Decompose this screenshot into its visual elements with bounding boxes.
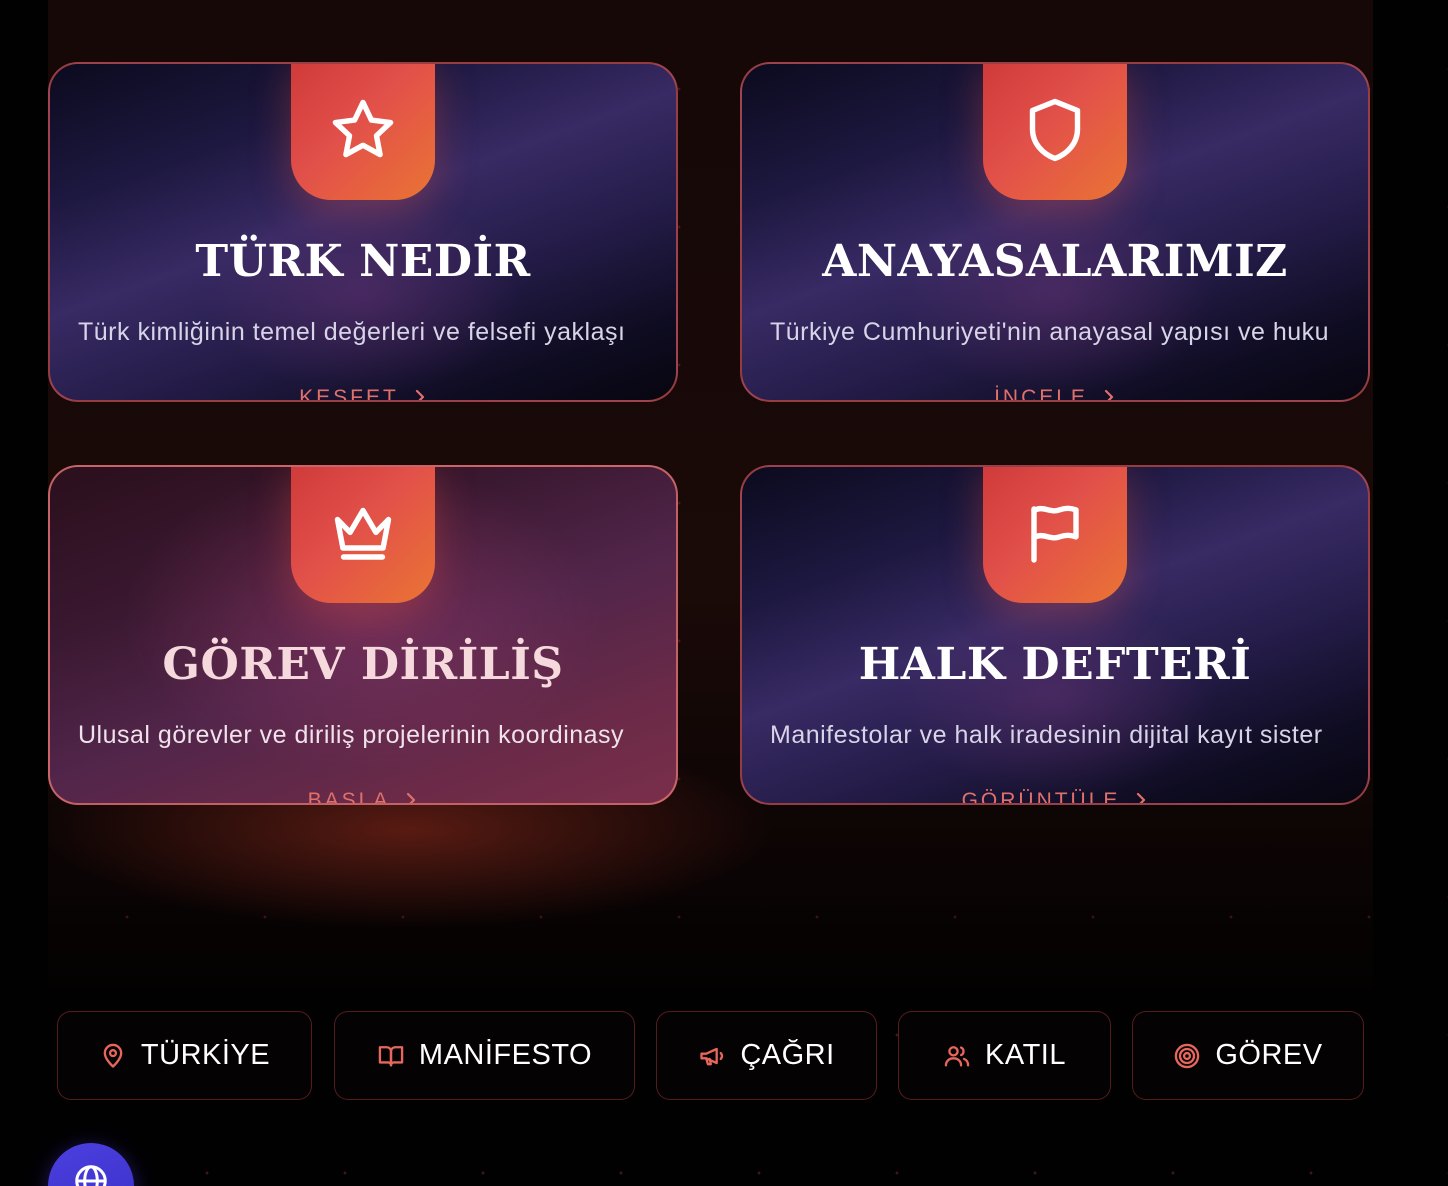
nav-button-gorev[interactable]: GÖREV: [1132, 1011, 1364, 1100]
nav-label: KATIL: [985, 1039, 1066, 1071]
chevron-right-icon: [1134, 790, 1148, 803]
card-title: TÜRK NEDİR: [195, 236, 531, 287]
flag-icon: [1031, 505, 1079, 563]
crown-icon: [334, 507, 392, 560]
card-description: Manifestolar ve halk iradesinin dijital …: [770, 721, 1323, 749]
chevron-right-icon: [404, 790, 418, 803]
page: TÜRK NEDİR Türk kimliğinin temel değerle…: [0, 0, 1448, 1186]
card-icon-tile: [983, 467, 1127, 603]
card-halk-defteri[interactable]: HALK DEFTERİ Manifestolar ve halk irades…: [740, 465, 1370, 805]
nav-button-turkiye[interactable]: TÜRKİYE: [57, 1011, 312, 1100]
card-gorev-dirilis[interactable]: GÖREV DİRİLİŞ Ulusal görevler ve diriliş…: [48, 465, 678, 805]
nav-button-cagri[interactable]: ÇAĞRI: [656, 1011, 877, 1100]
card-action-link[interactable]: BAŞLA: [50, 789, 676, 805]
target-icon: [1175, 1043, 1200, 1068]
card-anayasalarimiz[interactable]: ANAYASALARIMIZ Türkiye Cumhuriyeti'nin a…: [740, 62, 1370, 402]
users-icon: [944, 1045, 970, 1066]
nav-label: GÖREV: [1215, 1039, 1323, 1071]
card-icon-tile: [291, 64, 435, 200]
chevron-right-icon: [1102, 387, 1116, 400]
card-description: Ulusal görevler ve diriliş projelerinin …: [78, 721, 625, 749]
card-title: HALK DEFTERİ: [858, 639, 1252, 690]
megaphone-icon: [700, 1047, 724, 1065]
card-action-label: BAŞLA: [307, 789, 391, 805]
nav-label: ÇAĞRI: [740, 1039, 835, 1071]
card-action-label: KEŞFET: [299, 386, 399, 402]
card-turk-nedir[interactable]: TÜRK NEDİR Türk kimliğinin temel değerle…: [48, 62, 678, 402]
card-title: GÖREV DİRİLİŞ: [162, 639, 564, 690]
nav-button-katil[interactable]: KATIL: [898, 1011, 1111, 1100]
card-description: Türk kimliğinin temel değerleri ve felse…: [78, 318, 626, 346]
card-action-label: GÖRÜNTÜLE: [961, 789, 1121, 805]
card-title: ANAYASALARIMIZ: [822, 236, 1288, 287]
card-action-link[interactable]: KEŞFET: [50, 386, 676, 402]
card-action-link[interactable]: GÖRÜNTÜLE: [742, 789, 1368, 805]
book-icon: [378, 1045, 404, 1066]
nav-button-manifesto[interactable]: MANİFESTO: [334, 1011, 635, 1100]
nav-label: MANİFESTO: [418, 1039, 593, 1071]
card-description: Türkiye Cumhuriyeti'nin anayasal yapısı …: [770, 318, 1330, 346]
map-pin-icon: [103, 1043, 123, 1068]
globe-icon: [75, 1165, 107, 1186]
card-action-link[interactable]: İNCELE: [742, 386, 1368, 402]
shield-icon: [1029, 98, 1081, 162]
star-icon: [332, 99, 394, 158]
card-action-label: İNCELE: [994, 386, 1088, 402]
language-globe-button[interactable]: [48, 1143, 134, 1186]
card-icon-tile: [291, 467, 435, 603]
chevron-right-icon: [413, 387, 427, 400]
nav-label: TÜRKİYE: [140, 1039, 271, 1071]
card-icon-tile: [983, 64, 1127, 200]
